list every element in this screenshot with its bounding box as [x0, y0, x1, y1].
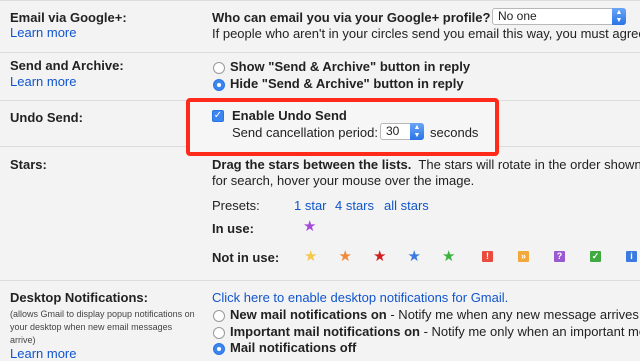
undo-send-label: Undo Send:	[10, 110, 83, 125]
purple-star-icon[interactable]: ★	[303, 219, 316, 234]
purple-question-icon[interactable]: ?	[554, 251, 565, 262]
important-mail-notifications-label: Important mail notifications on - Notify…	[230, 324, 640, 339]
hide-send-archive-label: Hide "Send & Archive" button in reply	[230, 76, 464, 91]
chevron-updown-icon: ▲ ▼	[410, 123, 424, 140]
preset-1-star-link[interactable]: 1 star	[294, 198, 327, 213]
new-mail-notifications-radio[interactable]	[213, 310, 225, 322]
cancellation-period-value: 30	[386, 124, 400, 138]
hide-send-archive-radio[interactable]	[213, 79, 225, 91]
divider	[0, 0, 640, 1]
new-mail-notifications-rest: - Notify me when any new message arrives…	[386, 307, 640, 322]
green-check-icon[interactable]: ✓	[590, 251, 601, 262]
gplus-email-select[interactable]: No one ▲ ▼	[492, 8, 626, 25]
red-bang-icon[interactable]: !	[482, 251, 493, 262]
important-mail-notifications-radio[interactable]	[213, 327, 225, 339]
desktop-notifications-note-2: your desktop when new email messages	[10, 322, 173, 332]
divider	[0, 280, 640, 281]
send-archive-label: Send and Archive:	[10, 58, 124, 73]
presets-label: Presets:	[212, 198, 260, 213]
gplus-email-description: If people who aren't in your circles sen…	[212, 26, 640, 41]
cancellation-period-select[interactable]: 30 ▲ ▼	[380, 123, 424, 140]
blue-star-icon[interactable]: ★	[408, 249, 421, 264]
enable-undo-send-checkbox[interactable]: ✓	[212, 110, 224, 122]
orange-star-icon[interactable]: ★	[339, 249, 352, 264]
stars-instruction-rest: The stars will rotate in the order shown…	[418, 157, 640, 172]
stars-instruction: Drag the stars between the lists. The st…	[212, 157, 640, 172]
important-mail-notifications-rest: - Notify me only when an important me	[419, 324, 640, 339]
email-via-gplus-label: Email via Google+:	[10, 10, 127, 25]
enable-undo-send-label: Enable Undo Send	[232, 108, 347, 123]
preset-4-stars-link[interactable]: 4 stars	[335, 198, 374, 213]
gplus-email-question: Who can email you via your Google+ profi…	[212, 10, 491, 25]
enable-desktop-notifications-link[interactable]: Click here to enable desktop notificatio…	[212, 290, 508, 305]
new-mail-notifications-bold: New mail notifications on	[230, 307, 387, 322]
desktop-notifications-label: Desktop Notifications:	[10, 290, 148, 305]
email-via-gplus-learn-more-link[interactable]: Learn more	[10, 25, 76, 40]
gplus-email-select-value: No one	[498, 9, 537, 23]
in-use-label: In use:	[212, 221, 254, 236]
new-mail-notifications-label: New mail notifications on - Notify me wh…	[230, 307, 640, 322]
blue-info-icon[interactable]: i	[626, 251, 637, 262]
preset-all-stars-link[interactable]: all stars	[384, 198, 429, 213]
stars-instruction-bold: Drag the stars between the lists.	[212, 157, 412, 172]
divider	[0, 52, 640, 53]
stars-instruction-line2: for search, hover your mouse over the im…	[212, 173, 475, 188]
yellow-star-icon[interactable]: ★	[304, 249, 317, 264]
mail-notifications-off-label: Mail notifications off	[230, 340, 356, 355]
orange-guillemet-icon[interactable]: »	[518, 251, 529, 262]
chevron-updown-icon: ▲ ▼	[612, 8, 626, 25]
cancellation-period-label: Send cancellation period:	[232, 125, 378, 140]
show-send-archive-label: Show "Send & Archive" button in reply	[230, 59, 471, 74]
show-send-archive-radio[interactable]	[213, 62, 225, 74]
seconds-label: seconds	[430, 125, 479, 140]
desktop-notifications-learn-more-link[interactable]: Learn more	[10, 346, 76, 361]
green-star-icon[interactable]: ★	[442, 249, 455, 264]
desktop-notifications-note-1: (allows Gmail to display popup notificat…	[10, 309, 195, 319]
mail-notifications-off-bold: Mail notifications off	[230, 340, 357, 355]
not-in-use-label: Not in use:	[212, 250, 280, 265]
red-star-icon[interactable]: ★	[373, 249, 386, 264]
mail-notifications-off-radio[interactable]	[213, 343, 225, 355]
important-mail-notifications-bold: Important mail notifications on	[230, 324, 420, 339]
send-archive-learn-more-link[interactable]: Learn more	[10, 74, 76, 89]
stars-label: Stars:	[10, 157, 47, 172]
